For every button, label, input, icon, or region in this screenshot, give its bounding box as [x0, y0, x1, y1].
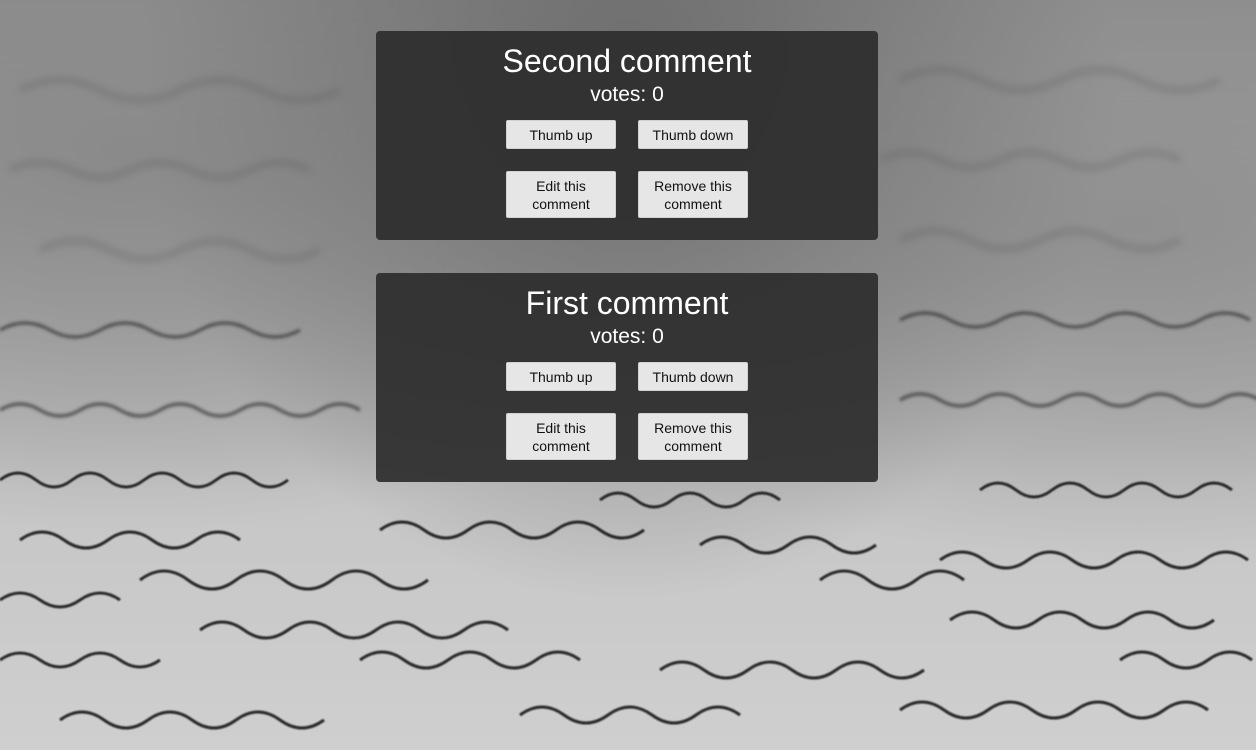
- comment-card: First comment votes: 0 Thumb up Thumb do…: [376, 273, 878, 482]
- comment-title: First comment: [525, 285, 729, 321]
- edit-comment-button[interactable]: Edit this comment: [506, 171, 616, 218]
- thumb-up-button[interactable]: Thumb up: [506, 120, 616, 149]
- edit-comment-button[interactable]: Edit this comment: [506, 413, 616, 460]
- thumb-down-button[interactable]: Thumb down: [638, 120, 748, 149]
- vote-count: votes: 0: [590, 325, 664, 348]
- comment-title: Second comment: [502, 43, 752, 79]
- vote-count: votes: 0: [590, 83, 664, 106]
- remove-comment-button[interactable]: Remove this comment: [638, 171, 748, 218]
- comment-card: Second comment votes: 0 Thumb up Thumb d…: [376, 31, 878, 240]
- remove-comment-button[interactable]: Remove this comment: [638, 413, 748, 460]
- thumb-up-button[interactable]: Thumb up: [506, 362, 616, 391]
- thumb-down-button[interactable]: Thumb down: [638, 362, 748, 391]
